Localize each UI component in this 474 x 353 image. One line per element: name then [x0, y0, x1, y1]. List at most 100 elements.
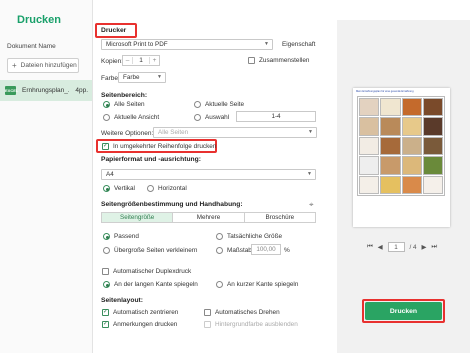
current-page-option[interactable]: Aktuelle Seite: [194, 101, 244, 108]
landscape-option[interactable]: Horizontal: [147, 185, 187, 192]
properties-link[interactable]: Eigenschaft: [282, 41, 315, 48]
add-files-button[interactable]: + Dateien hinzufügen: [7, 58, 79, 73]
copies-stepper[interactable]: – 1 +: [122, 55, 160, 66]
printer-section-title: Drucker: [101, 27, 127, 34]
reverse-order-checkbox[interactable]: [102, 142, 109, 150]
scale-input[interactable]: 100,00: [251, 244, 281, 255]
auto-center-checkbox[interactable]: [102, 308, 109, 316]
copies-value[interactable]: 1: [132, 57, 150, 64]
long-edge-label: An der langen Kante spiegeln: [114, 281, 198, 288]
fit-radio[interactable]: [103, 233, 110, 240]
food-thumbnail: [422, 156, 443, 175]
scale-label: Maßstab: [227, 247, 252, 254]
chevron-down-icon: ▼: [264, 41, 269, 47]
prev-page-icon[interactable]: ◀: [378, 244, 383, 251]
reverse-order-label: In umgekehrter Reihenfolge drucken: [113, 143, 217, 150]
actual-size-label: Tatsächliche Größe: [227, 233, 283, 240]
more-options-select[interactable]: Alle Seiten ▼: [153, 127, 317, 138]
reverse-order-option[interactable]: In umgekehrter Reihenfolge drucken: [102, 142, 217, 150]
current-page-label: Aktuelle Seite: [205, 101, 245, 108]
landscape-radio[interactable]: [147, 185, 154, 192]
short-edge-radio[interactable]: [216, 281, 223, 288]
hide-bg-checkbox[interactable]: [204, 321, 211, 328]
selection-input[interactable]: 1-4: [236, 111, 316, 122]
selection-option[interactable]: Auswahl: [194, 114, 229, 121]
tab-booklet[interactable]: Broschüre: [245, 213, 315, 222]
tab-page-size[interactable]: Seitengröße: [102, 213, 174, 222]
printer-select[interactable]: Microsoft Print to PDF ▼: [101, 39, 273, 50]
shrink-label: Übergroße Seiten verkleinern: [114, 247, 198, 254]
food-thumbnail: [380, 175, 401, 194]
shrink-option[interactable]: Übergroße Seiten verkleinern: [103, 247, 197, 254]
food-thumbnail: [401, 175, 422, 194]
page-input[interactable]: 1: [387, 242, 405, 252]
short-edge-option[interactable]: An kurzer Kante spiegeln: [216, 281, 298, 288]
food-thumbnail: [359, 156, 380, 175]
landscape-label: Horizontal: [158, 185, 187, 192]
collate-checkbox[interactable]: [248, 57, 255, 64]
auto-rotate-checkbox[interactable]: [204, 309, 211, 316]
preview-page: Mein Ernährungsplan für eine gesunde Ern…: [353, 88, 450, 227]
food-thumbnail: [359, 117, 380, 136]
crosshair-icon[interactable]: ⌖: [309, 200, 314, 210]
current-view-option[interactable]: Aktuelle Ansicht: [103, 114, 159, 121]
portrait-label: Vertikal: [114, 185, 135, 192]
duplex-checkbox[interactable]: [102, 268, 109, 275]
paper-size-select[interactable]: A4 ▼: [101, 169, 316, 180]
actual-size-option[interactable]: Tatsächliche Größe: [216, 233, 282, 240]
annotations-checkbox[interactable]: [102, 320, 109, 328]
minus-icon[interactable]: –: [123, 57, 132, 64]
current-view-radio[interactable]: [103, 114, 110, 121]
duplex-option[interactable]: Automatischer Duplexdruck: [102, 268, 191, 275]
collate-option[interactable]: Zusammenstellen: [248, 57, 309, 64]
auto-rotate-label: Automatisches Drehen: [215, 309, 280, 316]
food-thumbnail: [380, 117, 401, 136]
shrink-radio[interactable]: [103, 247, 110, 254]
hide-bg-option[interactable]: Hintergrundfarbe ausblenden: [204, 321, 298, 328]
food-thumbnail: [359, 136, 380, 156]
current-page-radio[interactable]: [194, 101, 201, 108]
app-title: Drucken: [17, 14, 62, 26]
annotations-option[interactable]: Anmerkungen drucken: [102, 320, 178, 328]
color-label: Farbe: [101, 75, 118, 82]
all-pages-option[interactable]: Alle Seiten: [103, 101, 145, 108]
long-edge-option[interactable]: An der langen Kante spiegeln: [103, 281, 198, 288]
document-name-header: Dokument Name: [7, 43, 56, 50]
selection-radio[interactable]: [194, 114, 201, 121]
all-pages-label: Alle Seiten: [114, 101, 145, 108]
scale-option[interactable]: Maßstab: [216, 247, 252, 254]
portrait-radio[interactable]: [103, 185, 110, 192]
first-page-icon[interactable]: ⏮: [367, 243, 373, 251]
tab-multiple[interactable]: Mehrere: [173, 213, 245, 222]
next-page-icon[interactable]: ▶: [422, 244, 427, 251]
paper-section-title: Papierformat und -ausrichtung:: [101, 156, 201, 163]
add-files-label: Dateien hinzufügen: [20, 62, 77, 69]
short-edge-label: An kurzer Kante spiegeln: [227, 281, 299, 288]
long-edge-radio[interactable]: [103, 281, 110, 288]
annotations-label: Anmerkungen drucken: [113, 321, 178, 328]
all-pages-radio[interactable]: [103, 101, 110, 108]
file-list-item[interactable]: EXCEL Ernhrungsplan_... 4pp.: [0, 80, 92, 101]
color-select[interactable]: Farbe ▼: [118, 72, 166, 83]
preview-table: [357, 96, 445, 196]
printer-value: Microsoft Print to PDF: [106, 41, 168, 48]
food-thumbnail: [401, 117, 422, 136]
portrait-option[interactable]: Vertikal: [103, 185, 135, 192]
actual-size-radio[interactable]: [216, 233, 223, 240]
food-thumbnail: [422, 117, 443, 136]
food-thumbnail: [422, 98, 443, 117]
auto-rotate-option[interactable]: Automatisches Drehen: [204, 309, 280, 316]
scale-radio[interactable]: [216, 247, 223, 254]
fit-option[interactable]: Passend: [103, 233, 139, 240]
last-page-icon[interactable]: ⏭: [431, 243, 437, 251]
food-thumbnail: [401, 156, 422, 175]
print-button[interactable]: Drucken: [365, 302, 442, 320]
auto-center-option[interactable]: Automatisch zentrieren: [102, 308, 178, 316]
food-thumbnail: [401, 98, 422, 117]
plus-icon[interactable]: +: [150, 57, 159, 64]
duplex-label: Automatischer Duplexdruck: [113, 268, 192, 275]
fit-label: Passend: [114, 233, 139, 240]
percent-label: %: [284, 247, 290, 254]
selection-label: Auswahl: [205, 114, 230, 121]
sidebar: [0, 0, 93, 353]
